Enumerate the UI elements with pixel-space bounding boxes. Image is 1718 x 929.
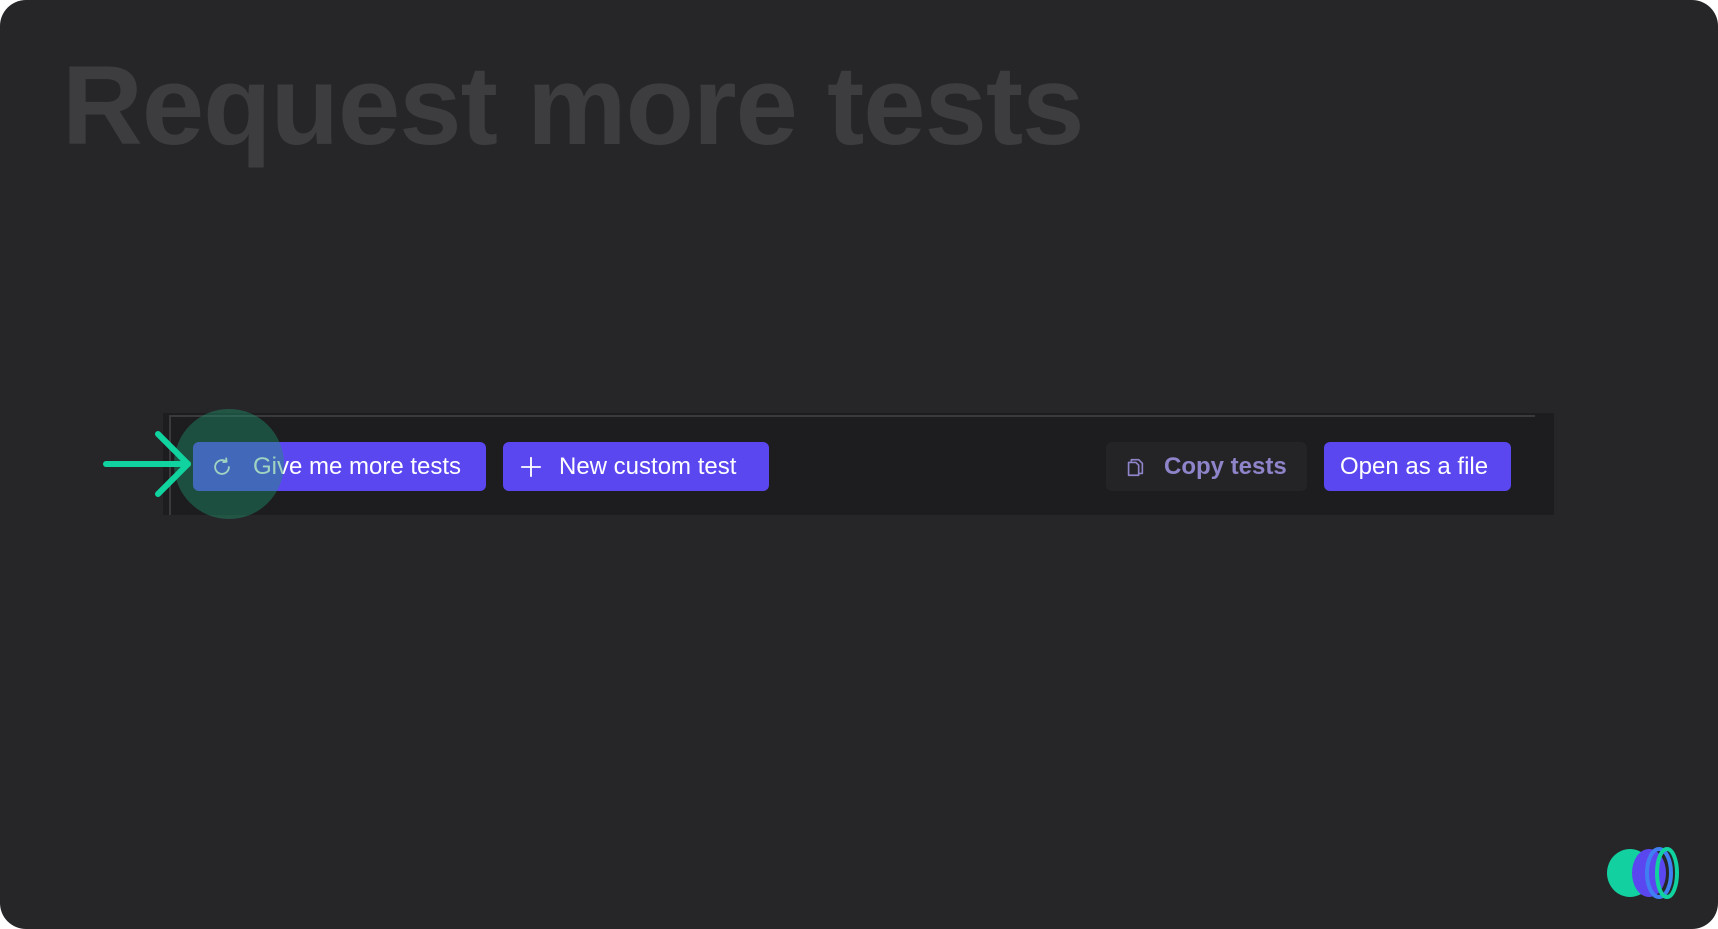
- open-as-file-label: Open as a file: [1340, 452, 1489, 480]
- copy-tests-label: Copy tests: [1164, 452, 1287, 480]
- refresh-icon: [210, 455, 234, 479]
- slide-frame: Request more tests Give me more tests Ne…: [0, 0, 1718, 929]
- give-more-tests-button[interactable]: Give me more tests: [193, 442, 486, 491]
- brand-logo: [1607, 847, 1679, 899]
- new-custom-test-label: New custom test: [559, 452, 737, 480]
- plus-icon: [519, 455, 543, 479]
- page-title: Request more tests: [62, 43, 1084, 168]
- toolbar-divider: [170, 415, 1535, 417]
- copy-tests-button[interactable]: Copy tests: [1106, 442, 1307, 491]
- toolbar-edge: [169, 415, 171, 515]
- copy-icon: [1123, 455, 1147, 479]
- open-as-file-button[interactable]: Open as a file: [1324, 442, 1511, 491]
- new-custom-test-button[interactable]: New custom test: [503, 442, 769, 491]
- give-more-tests-label: Give me more tests: [253, 452, 462, 480]
